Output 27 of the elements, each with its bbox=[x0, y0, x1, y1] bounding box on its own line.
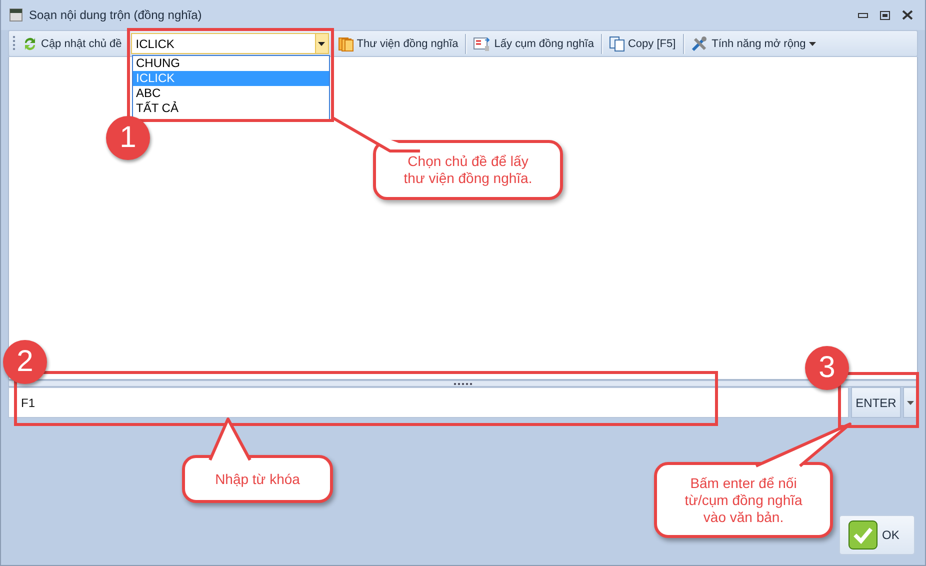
checkmark-icon bbox=[848, 520, 878, 550]
window-title: Soạn nội dung trộn (đồng nghĩa) bbox=[29, 8, 203, 22]
toolbar-button[interactable]: Lấy cụm đồng nghĩa bbox=[470, 34, 597, 54]
app-icon bbox=[9, 8, 23, 22]
toolbar-menu-button[interactable]: Tính năng mở rộng bbox=[688, 34, 819, 54]
dropdown-option[interactable]: TẤT CẢ bbox=[133, 101, 329, 116]
books-icon bbox=[338, 36, 354, 52]
copy-icon bbox=[608, 36, 625, 52]
caret-icon bbox=[808, 42, 816, 46]
ok-button[interactable]: OK bbox=[839, 515, 915, 555]
toolbar-button[interactable]: Cập nhật chủ đề bbox=[19, 34, 125, 54]
enter-button[interactable]: ENTER bbox=[851, 387, 901, 418]
refresh-icon bbox=[22, 36, 38, 52]
caret-icon bbox=[907, 400, 914, 404]
dropdown-option[interactable]: CHUNG bbox=[133, 56, 329, 71]
text-editor[interactable] bbox=[8, 57, 918, 380]
caret-icon bbox=[318, 42, 326, 46]
toolbar-button[interactable]: Copy [F5] bbox=[606, 34, 679, 54]
dropdown-option[interactable]: ABC bbox=[133, 86, 329, 101]
toolbar-button[interactable]: Thư viện đồng nghĩa bbox=[334, 34, 462, 54]
minimize-icon[interactable] bbox=[858, 12, 868, 18]
splitter-handle[interactable] bbox=[8, 380, 918, 387]
topic-combo-box[interactable]: ICLICK bbox=[130, 33, 329, 54]
tools-icon bbox=[690, 36, 709, 52]
list-icon bbox=[473, 36, 492, 52]
maximize-icon[interactable] bbox=[880, 10, 890, 20]
close-icon[interactable] bbox=[902, 10, 913, 20]
